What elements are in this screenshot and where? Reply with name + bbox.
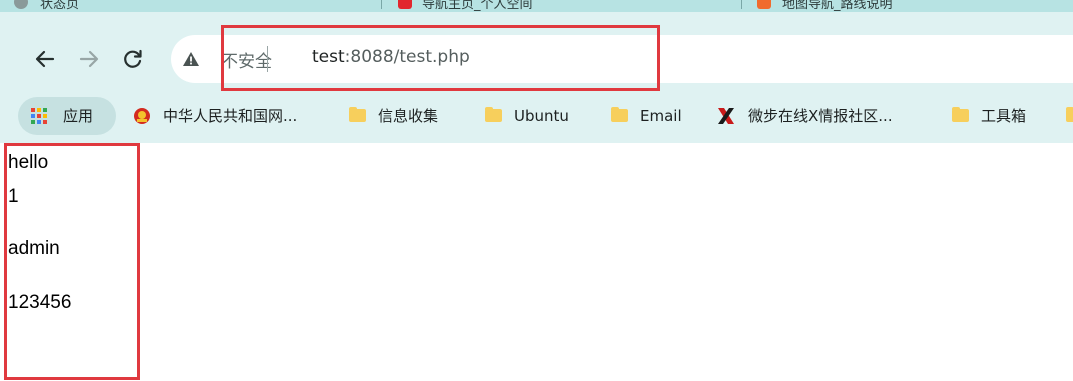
tab-label-1[interactable]: 状态页 (40, 0, 79, 12)
emblem-icon (134, 107, 150, 124)
bookmark-label: Ubuntu (514, 106, 569, 125)
url-highlight-box (221, 25, 660, 91)
bookmark-toolbox[interactable]: 工具箱 (952, 88, 1026, 143)
back-arrow-icon (35, 50, 55, 68)
bookmark-overflow[interactable] (1066, 88, 1073, 143)
bookmark-label: 中华人民共和国网... (163, 107, 298, 125)
map-icon (757, 0, 771, 9)
output-highlight-box (4, 143, 140, 380)
bookmark-info-collect[interactable]: 信息收集 (349, 88, 438, 143)
apps-label: 应用 (63, 107, 94, 125)
reload-icon (124, 49, 142, 68)
folder-icon (611, 107, 628, 122)
bookmark-label: 信息收集 (378, 107, 439, 125)
back-button[interactable] (32, 46, 58, 72)
tab-label-3[interactable]: 地图导航_路线说明 (782, 0, 893, 12)
apps-grid-icon (31, 107, 47, 124)
folder-icon (952, 107, 969, 122)
bookmark-x-community[interactable]: 微步在线X情报社区... (716, 88, 893, 143)
bookmark-ubuntu[interactable]: Ubuntu (485, 88, 569, 143)
x-logo-icon (718, 107, 734, 124)
bookmark-label: Email (640, 106, 682, 125)
apps-shortcut[interactable]: 应用 (30, 88, 93, 143)
folder-icon (485, 107, 502, 122)
bookmarks-bar: 应用 中华人民共和国网... 信息收集 Ubuntu Email 微步在线X情报… (0, 88, 1073, 143)
forward-arrow-icon (79, 50, 99, 68)
folder-icon (1066, 107, 1073, 122)
page-content: hello 1 admin 123456 (0, 143, 1073, 381)
warning-icon[interactable] (182, 50, 200, 68)
tab-separator (741, 0, 742, 9)
app-icon (398, 0, 412, 9)
globe-icon (14, 0, 28, 9)
forward-button[interactable] (76, 46, 102, 72)
tab-separator (381, 0, 382, 9)
reload-button[interactable] (120, 46, 146, 72)
bookmark-label: 微步在线X情报社区... (748, 107, 893, 125)
bookmark-label: 工具箱 (981, 107, 1027, 125)
folder-icon (349, 107, 366, 122)
bookmark-email[interactable]: Email (611, 88, 682, 143)
tab-strip: 状态页 导航主页_个人空间 地图导航_路线说明 (0, 0, 1073, 12)
bookmark-gov[interactable]: 中华人民共和国网... (133, 88, 297, 143)
tab-label-2[interactable]: 导航主页_个人空间 (422, 0, 533, 12)
